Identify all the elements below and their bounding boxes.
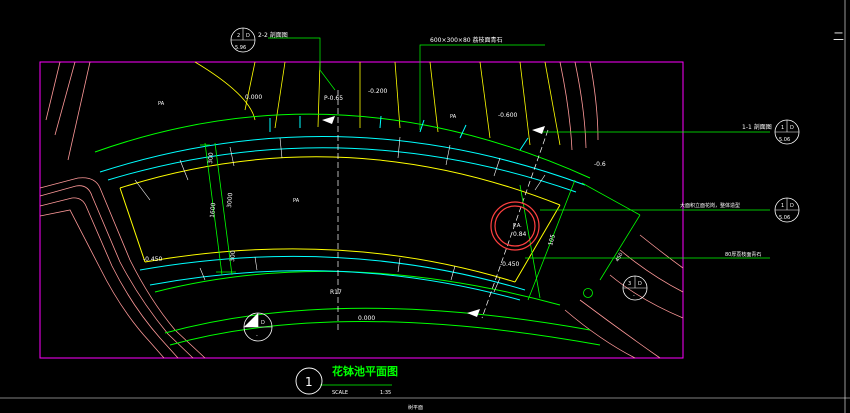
svg-text:2: 2 <box>251 320 254 326</box>
scale-label: SCALE <box>332 390 348 396</box>
svg-text:大面积立面花岗，整体造型: 大面积立面花岗，整体造型 <box>680 202 740 209</box>
pa-right: PA <box>450 114 457 120</box>
callout-section-2: 2 D 5.96 2-2 剖面图 <box>230 27 288 53</box>
elev-e7: -0.450 <box>500 261 520 268</box>
elev-e6: -0.450 <box>143 256 163 263</box>
pool-center-label: PA <box>293 198 300 204</box>
svg-text:-: - <box>633 293 635 299</box>
dim-right: 105 <box>547 233 557 246</box>
elev-e8: 0.000 <box>358 315 375 322</box>
curb-label: 80厚荔枝面青石 <box>725 251 761 258</box>
svg-text:2-2 剖面图: 2-2 剖面图 <box>258 31 288 39</box>
stone-label: 600×300×80 荔枝面青石 <box>430 36 503 44</box>
cyan-bands <box>99 115 586 301</box>
svg-text:-: - <box>256 333 258 339</box>
dim-300-bottom: 300 <box>229 250 237 262</box>
svg-text:D: D <box>790 125 794 131</box>
dim-1600: 1600 <box>209 202 217 218</box>
svg-text:5.06: 5.06 <box>779 215 790 221</box>
scale-value: 1:35 <box>380 390 391 396</box>
svg-text:3: 3 <box>628 281 631 287</box>
stone-joints <box>134 136 546 293</box>
elevation-markers <box>322 116 545 317</box>
elev-e4: -0.600 <box>498 112 518 119</box>
svg-text:D: D <box>638 281 642 287</box>
elev-e1: 0.000 <box>245 94 262 101</box>
svg-text:1: 1 <box>781 203 784 209</box>
callout-detail-3: 3 D - <box>622 275 648 301</box>
dim-300-top: 300 <box>207 152 215 164</box>
drawing-number: 1 <box>305 375 313 389</box>
top-yellow-band <box>194 61 561 146</box>
elev-e5: -0.6 <box>594 161 606 168</box>
dim-3000: 3000 <box>226 192 234 208</box>
pa-left: PA <box>158 101 165 107</box>
callout-bottom: 2 D - <box>243 312 273 342</box>
svg-text:1-1 剖面图: 1-1 剖面图 <box>742 123 772 131</box>
left-road-edges <box>39 61 206 359</box>
svg-text:D: D <box>261 320 265 326</box>
pool-label: P.A. <box>513 223 522 229</box>
svg-text:2: 2 <box>237 33 240 39</box>
right-edge-mark: 二 <box>833 30 844 43</box>
svg-text:D: D <box>790 203 794 209</box>
elev-e3: -0.200 <box>368 88 388 95</box>
green-arcs <box>94 113 601 346</box>
circle-label: 0.84 <box>513 231 527 238</box>
leader-lines <box>268 37 770 386</box>
svg-text:D: D <box>246 33 250 39</box>
cad-drawing: 2 D 5.96 2-2 剖面图 1 D 5.06 1-1 剖面图 1 D 5.… <box>0 0 850 413</box>
dim-r-arc: R17 <box>330 289 342 296</box>
drawing-title: 花钵池平面图 <box>332 364 398 378</box>
elev-e2: P-0.65 <box>324 95 343 102</box>
svg-text:5.06: 5.06 <box>779 137 790 143</box>
dimension-lines <box>200 142 641 301</box>
svg-text:5.96: 5.96 <box>235 45 246 51</box>
survey-point <box>583 288 593 298</box>
footer-text: 树平面 <box>408 404 423 411</box>
svg-text:1: 1 <box>781 125 784 131</box>
